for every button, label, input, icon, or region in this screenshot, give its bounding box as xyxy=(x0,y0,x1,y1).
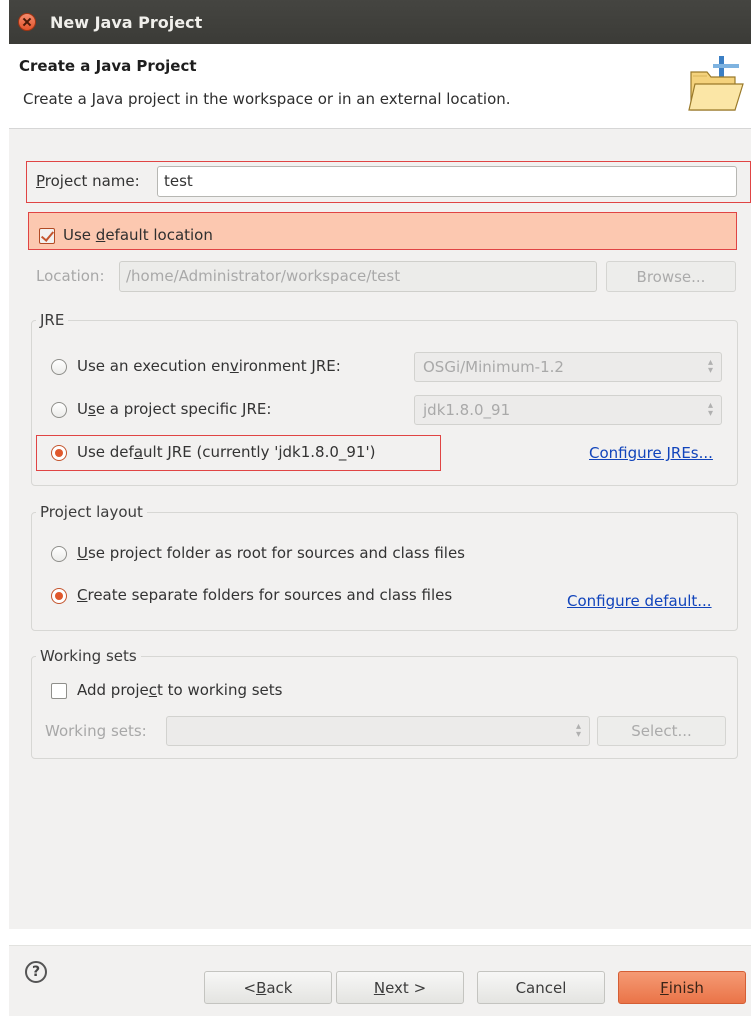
add-to-working-sets-checkbox[interactable] xyxy=(51,683,67,699)
project-layout-group-title: Project layout xyxy=(36,503,147,521)
working-sets-label: Working sets: xyxy=(45,722,147,740)
configure-default-link[interactable]: Configure default... xyxy=(567,592,712,610)
project-specific-jre-select[interactable]: jdk1.8.0_91 ▴ ▾ xyxy=(414,395,722,425)
execution-environment-select[interactable]: OSGi/Minimum-1.2 ▴ ▾ xyxy=(414,352,722,382)
banner-title: Create a Java Project xyxy=(19,57,197,75)
jre-project-specific-label[interactable]: Use a project specific JRE: xyxy=(77,400,271,418)
wizard-banner: Create a Java Project Create a Java proj… xyxy=(9,44,751,129)
browse-button[interactable]: Browse... xyxy=(606,261,736,292)
working-sets-select[interactable]: ▴ ▾ xyxy=(166,716,590,746)
project-layout-group: Project layout xyxy=(31,503,738,631)
close-window-button[interactable] xyxy=(18,13,36,31)
working-sets-group-title: Working sets xyxy=(36,647,141,665)
jre-default-label[interactable]: Use default JRE (currently 'jdk1.8.0_91'… xyxy=(77,443,375,461)
select-working-sets-button[interactable]: Select... xyxy=(597,716,726,746)
cancel-button[interactable]: Cancel xyxy=(477,971,605,1004)
spinner-arrows-icon: ▴ ▾ xyxy=(707,400,713,419)
jre-default-radio[interactable] xyxy=(51,445,67,461)
use-default-location-label[interactable]: Use default location xyxy=(63,226,213,244)
window-edge xyxy=(0,0,9,1016)
location-label: Location: xyxy=(36,267,105,285)
layout-project-root-label[interactable]: Use project folder as root for sources a… xyxy=(77,544,465,562)
window-title: New Java Project xyxy=(50,12,203,32)
banner-description: Create a Java project in the workspace o… xyxy=(23,90,511,108)
layout-project-root-radio[interactable] xyxy=(51,546,67,562)
finish-button[interactable]: Finish xyxy=(618,971,746,1004)
back-button[interactable]: < Back xyxy=(204,971,332,1004)
project-name-input[interactable]: test xyxy=(157,166,737,197)
help-icon[interactable]: ? xyxy=(25,961,47,983)
jre-project-specific-radio[interactable] xyxy=(51,402,67,418)
spinner-arrows-icon: ▴ ▾ xyxy=(575,721,581,740)
location-input[interactable]: /home/Administrator/workspace/test xyxy=(119,261,597,292)
jre-execution-environment-radio[interactable] xyxy=(51,359,67,375)
add-to-working-sets-label[interactable]: Add project to working sets xyxy=(77,681,282,699)
layout-separate-folders-radio[interactable] xyxy=(51,588,67,604)
use-default-location-checkbox[interactable] xyxy=(39,228,55,244)
jre-group-title: JRE xyxy=(36,311,69,329)
layout-separate-folders-label[interactable]: Create separate folders for sources and … xyxy=(77,586,452,604)
next-button[interactable]: Next > xyxy=(336,971,464,1004)
folder-wizard-icon xyxy=(688,56,744,111)
title-bar: New Java Project xyxy=(9,0,751,44)
jre-execution-environment-label[interactable]: Use an execution environment JRE: xyxy=(77,357,341,375)
project-name-label: Project name: xyxy=(36,172,140,190)
configure-jres-link[interactable]: Configure JREs... xyxy=(589,444,713,462)
spinner-arrows-icon: ▴ ▾ xyxy=(707,357,713,376)
